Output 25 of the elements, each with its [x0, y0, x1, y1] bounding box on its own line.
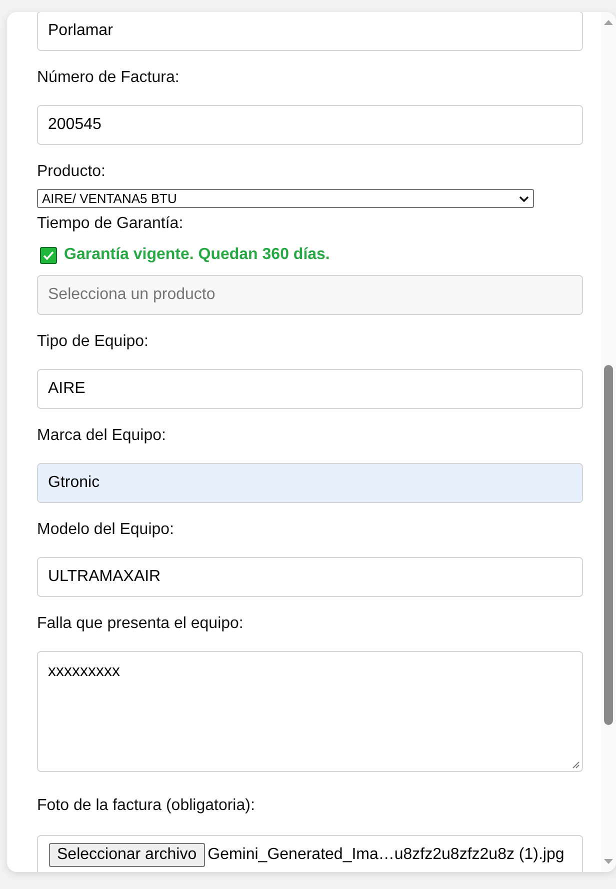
text-input[interactable]: Gtronic [37, 463, 583, 503]
text-input[interactable]: AIRE [37, 369, 583, 409]
scrollbar[interactable] [601, 12, 616, 872]
choose-file-button[interactable]: Seleccionar archivo [49, 843, 205, 867]
field-label: Producto: [37, 163, 106, 181]
chevron-down-icon [519, 196, 529, 202]
field-label: Foto de la factura (obligatoria): [37, 797, 255, 815]
text-input[interactable]: Porlamar [37, 12, 583, 51]
warranty-status: Garantía vigente. Quedan 360 días. [64, 246, 330, 264]
text-input[interactable]: ULTRAMAXAIR [37, 557, 583, 597]
field-label: Tipo de Equipo: [37, 333, 148, 351]
product-select[interactable]: AIRE/ VENTANA5 BTU [37, 189, 534, 208]
scrollbar-thumb[interactable] [604, 365, 613, 725]
file-input[interactable]: Seleccionar archivo Gemini_Generated_Ima…u8zfz2u8zfz2u8z (1).jpg [37, 835, 583, 872]
scroll-down-arrow-icon[interactable] [604, 859, 613, 864]
file-name: Gemini_Generated_Ima…u8zfz2u8zfz2u8z (1).jpg [208, 845, 564, 865]
text-input[interactable]: 200545 [37, 105, 583, 145]
field-label: Modelo del Equipo: [37, 521, 174, 539]
field-label: Marca del Equipo: [37, 427, 166, 445]
resize-handle-icon[interactable] [572, 761, 580, 769]
description-textarea[interactable]: xxxxxxxxx [37, 651, 583, 772]
scroll-up-arrow-icon[interactable] [604, 20, 613, 25]
field-label: Número de Factura: [37, 69, 180, 87]
field-label: Falla que presenta el equipo: [37, 615, 244, 633]
field-label: Tiempo de Garantía: [37, 215, 184, 233]
